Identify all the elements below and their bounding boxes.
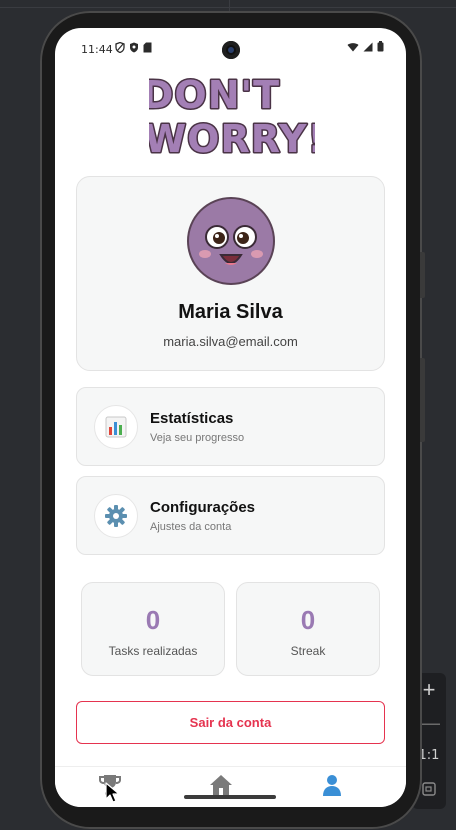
signal-icon: [363, 42, 373, 51]
user-email: maria.silva@email.com: [163, 334, 298, 349]
user-icon[interactable]: [320, 773, 344, 797]
wifi-icon: [347, 42, 359, 51]
user-name: Maria Silva: [178, 301, 283, 323]
stat-label: Streak: [290, 644, 326, 658]
menu-item-statistics[interactable]: Estatísticas Veja seu progresso: [76, 387, 385, 466]
gesture-home-bar[interactable]: [184, 795, 276, 799]
gear-icon: [94, 494, 138, 538]
app-screen: 11:44 DON'T WORRY! Maria Silva maria.sil…: [55, 28, 406, 807]
sd-card-icon: [143, 42, 152, 53]
logo-line-2: WORRY!: [149, 117, 315, 158]
home-icon[interactable]: [209, 773, 233, 797]
dont-worry-logo: DON'T WORRY!: [149, 72, 315, 158]
stat-value: 0: [145, 605, 161, 635]
logout-button[interactable]: Sair da conta: [76, 701, 385, 744]
menu-subtitle: Ajustes da conta: [150, 521, 232, 533]
logo-line-1: DON'T: [149, 73, 280, 117]
security-icon: [130, 42, 138, 53]
menu-title: Estatísticas: [150, 410, 234, 427]
shield-icon: [115, 42, 125, 53]
battery-icon: [377, 41, 384, 52]
notification-icons: [115, 42, 152, 53]
front-camera: [222, 41, 240, 59]
stat-card-streak: 0 Streak: [236, 582, 380, 676]
status-bar: 11:44: [55, 28, 406, 72]
status-time: 11:44: [81, 43, 113, 56]
bar-chart-icon: [94, 405, 138, 449]
system-status-icons: [347, 41, 384, 52]
stat-label: Tasks realizadas: [108, 644, 198, 658]
profile-card: Maria Silva maria.silva@email.com: [76, 176, 385, 371]
menu-title: Configurações: [150, 499, 256, 516]
stat-value: 0: [300, 605, 316, 635]
avatar: [187, 197, 275, 285]
menu-subtitle: Veja seu progresso: [150, 432, 245, 444]
volume-button: [420, 358, 425, 442]
power-button: [420, 252, 425, 298]
stat-card-tasks: 0 Tasks realizadas: [81, 582, 225, 676]
background-divider: [0, 7, 456, 8]
menu-item-settings[interactable]: Configurações Ajustes da conta: [76, 476, 385, 555]
mouse-cursor-icon: [105, 782, 120, 803]
